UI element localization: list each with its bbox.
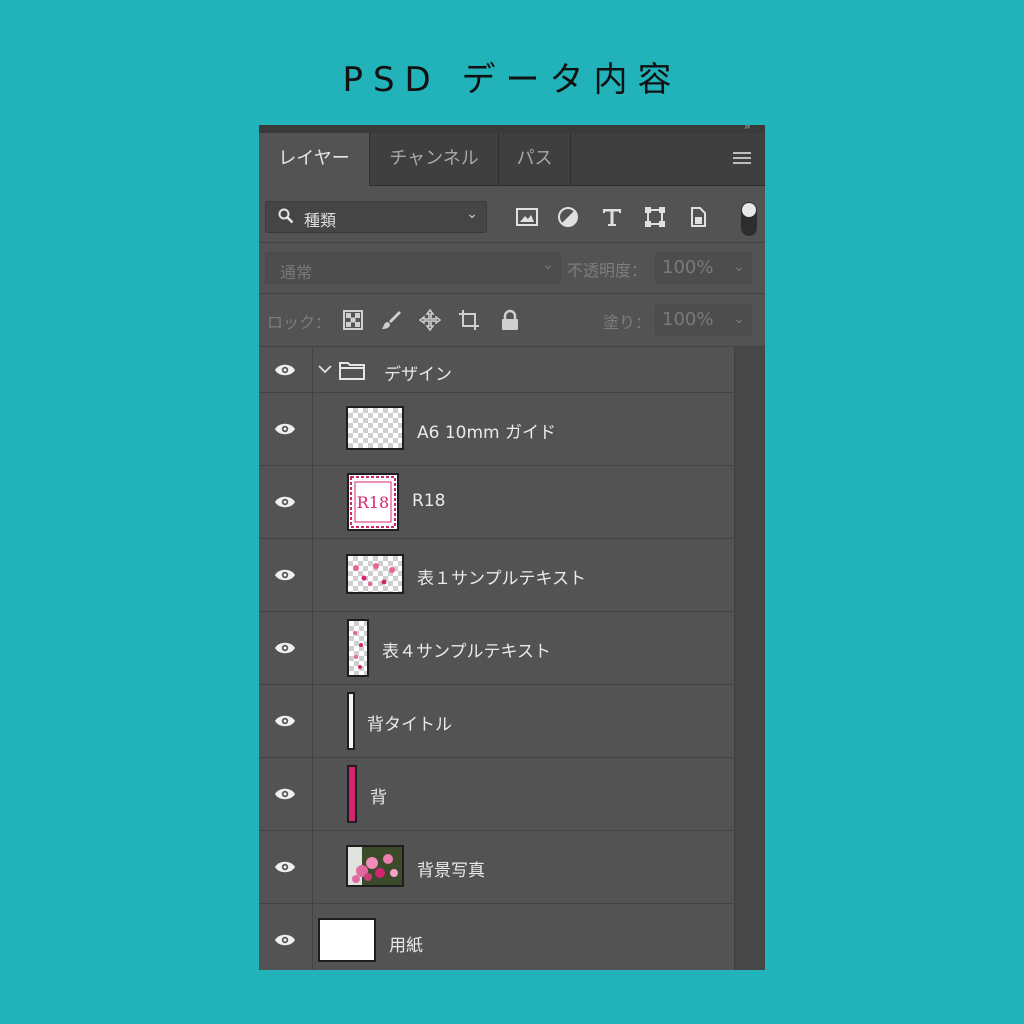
lock-move-icon[interactable] (419, 309, 441, 331)
layer-list: デザイン A6 10mm ガイド R18 R18 表１サンプルテキスト 表４サン… (259, 347, 733, 970)
layer-thumbnail (347, 619, 369, 677)
layer-row-r18[interactable]: R18 R18 (259, 466, 733, 539)
visibility-cell[interactable] (259, 904, 313, 970)
opacity-dropdown[interactable]: ⌄ (726, 252, 752, 284)
eye-icon[interactable] (274, 422, 296, 436)
r18-thumb-text: R18 (357, 493, 389, 512)
eye-icon[interactable] (274, 568, 296, 582)
visibility-cell[interactable] (259, 393, 313, 465)
eye-icon[interactable] (274, 363, 296, 377)
search-icon (278, 208, 294, 224)
opacity-label: 不透明度： (567, 261, 648, 280)
layer-thumbnail (346, 845, 404, 887)
layer-thumbnail (318, 918, 376, 962)
tab-layers[interactable]: レイヤー (259, 133, 370, 186)
visibility-cell[interactable] (259, 466, 313, 538)
filter-kind-select[interactable]: 種類 ⌄ (265, 201, 487, 233)
blend-mode-label: 通常 (280, 263, 313, 282)
layer-name: A6 10mm ガイド (417, 423, 557, 443)
layer-name: R18 (412, 491, 446, 511)
layer-row-background-photo[interactable]: 背景写真 (259, 831, 733, 904)
layer-row-guide[interactable]: A6 10mm ガイド (259, 393, 733, 466)
layer-name: 背タイトル (367, 715, 452, 735)
r18-art-thumbnail: R18 (350, 476, 396, 528)
blend-row: 通常 ⌄ 不透明度： 100% ⌄ (259, 243, 765, 294)
layer-thumbnail (346, 554, 404, 594)
lock-transparent-icon[interactable] (342, 309, 364, 331)
layer-name: 用紙 (389, 936, 423, 956)
image-icon[interactable] (515, 205, 539, 229)
smart-object-icon[interactable] (686, 205, 710, 229)
fill-label: 塗り： (603, 313, 652, 332)
blend-mode-select[interactable]: 通常 ⌄ (265, 252, 561, 284)
layer-name: 背景写真 (417, 861, 485, 881)
lock-artboard-icon[interactable] (458, 309, 480, 331)
eye-icon[interactable] (274, 787, 296, 801)
pink-text-thumbnail (353, 631, 363, 669)
eye-icon[interactable] (274, 714, 296, 728)
lock-brush-icon[interactable] (380, 309, 402, 331)
filter-row: 種類 ⌄ (259, 186, 765, 243)
layer-name: 背 (370, 788, 387, 808)
tab-bar: レイヤー チャンネル パス (259, 133, 765, 186)
lock-label: ロック： (267, 313, 332, 332)
layer-thumbnail (346, 406, 404, 450)
panel-menu-icon[interactable] (733, 152, 751, 166)
opacity-input[interactable]: 100% (655, 252, 727, 284)
shape-icon[interactable] (643, 205, 667, 229)
eye-icon[interactable] (274, 933, 296, 947)
chevron-down-icon: ⌄ (466, 206, 478, 222)
lock-all-icon[interactable] (499, 309, 521, 331)
lock-row: ロック： 塗り： 100% ⌄ (259, 294, 765, 347)
layer-name: デザイン (384, 365, 452, 385)
eye-icon[interactable] (274, 641, 296, 655)
filter-kind-label: 種類 (304, 211, 337, 230)
layer-thumbnail (347, 765, 357, 823)
layer-thumbnail: R18 (347, 473, 399, 531)
layer-row-spine[interactable]: 背 (259, 758, 733, 831)
text-icon[interactable] (600, 205, 624, 229)
fill-dropdown[interactable]: ⌄ (726, 304, 752, 336)
layer-thumbnail (347, 692, 355, 750)
layer-name: 表１サンプルテキスト (417, 569, 586, 589)
tab-paths[interactable]: パス (499, 133, 571, 185)
fill-value: 100% (662, 309, 714, 330)
visibility-cell[interactable] (259, 758, 313, 830)
opacity-value: 100% (662, 257, 714, 278)
panel-top-strip (259, 125, 765, 133)
folder-icon (339, 362, 365, 380)
layer-row-front-text[interactable]: 表１サンプルテキスト (259, 539, 733, 612)
layer-name: 表４サンプルテキスト (382, 642, 551, 662)
visibility-cell[interactable] (259, 347, 313, 392)
visibility-cell[interactable] (259, 685, 313, 757)
tab-channels[interactable]: チャンネル (370, 133, 499, 185)
layer-row-spine-title[interactable]: 背タイトル (259, 685, 733, 758)
layer-row-paper[interactable]: 用紙 (259, 904, 733, 970)
page-title: PSD データ内容 (342, 60, 682, 100)
collapse-icon[interactable]: » (744, 125, 751, 133)
fill-input[interactable]: 100% (655, 304, 727, 336)
flower-photo-thumbnail (348, 847, 402, 885)
layer-row-design-group[interactable]: デザイン (259, 347, 733, 393)
visibility-cell[interactable] (259, 612, 313, 684)
chevron-down-icon[interactable] (318, 364, 332, 374)
layer-row-back-text[interactable]: 表４サンプルテキスト (259, 612, 733, 685)
eye-icon[interactable] (274, 495, 296, 509)
pink-text-thumbnail (353, 563, 395, 586)
eye-icon[interactable] (274, 860, 296, 874)
visibility-cell[interactable] (259, 539, 313, 611)
visibility-cell[interactable] (259, 831, 313, 903)
layers-panel: » レイヤー チャンネル パス 種類 ⌄ 通常 ⌄ 不透明度： 100% ⌄ ロ… (259, 125, 765, 970)
scrollbar-track[interactable] (734, 347, 765, 970)
adjustment-icon[interactable] (556, 205, 580, 229)
filter-toggle[interactable] (741, 202, 757, 236)
chevron-down-icon: ⌄ (542, 257, 554, 273)
